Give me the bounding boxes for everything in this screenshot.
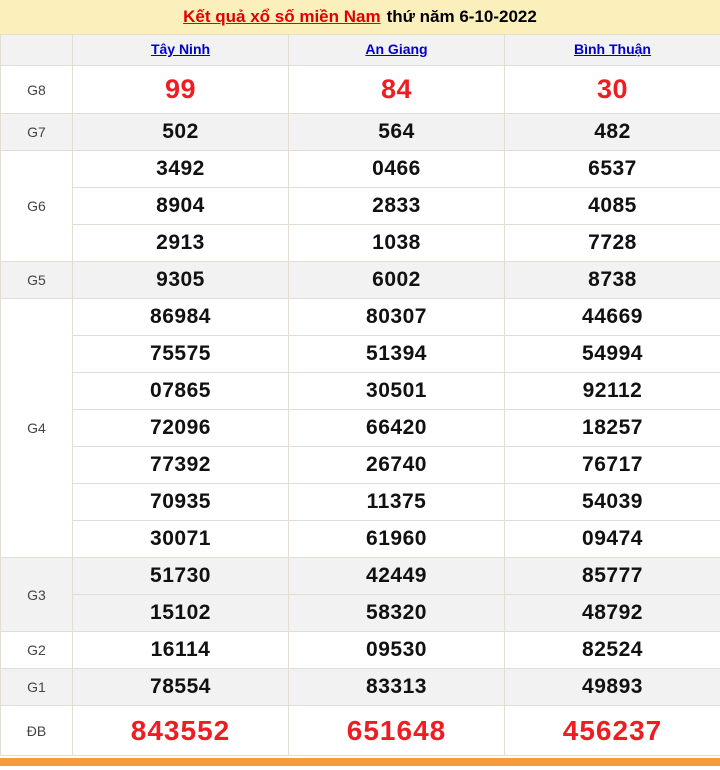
result-number: 77392 xyxy=(73,447,289,484)
prize-row: G5930560028738 xyxy=(1,262,720,299)
prize-row: 773922674076717 xyxy=(1,447,720,484)
prize-label: G5 xyxy=(1,262,73,299)
result-number: 2913 xyxy=(73,225,289,262)
province-link[interactable]: Tây Ninh xyxy=(151,41,210,57)
result-number: 85777 xyxy=(505,558,720,595)
result-number: 1038 xyxy=(289,225,505,262)
title-link[interactable]: Kết quả xổ số miền Nam xyxy=(183,7,380,27)
result-number: 482 xyxy=(505,114,720,151)
province-link[interactable]: An Giang xyxy=(365,41,427,57)
title-date: thứ năm 6-10-2022 xyxy=(387,7,537,27)
column-header-province: Tây Ninh xyxy=(73,35,289,66)
result-number: 99 xyxy=(73,66,289,114)
result-number: 15102 xyxy=(73,595,289,632)
result-number: 72096 xyxy=(73,410,289,447)
results-table: Tây NinhAn GiangBình Thuận G8998430G7502… xyxy=(0,34,720,756)
prize-row: 709351137554039 xyxy=(1,484,720,521)
footer-accent-bar xyxy=(0,758,720,766)
result-number: 30 xyxy=(505,66,720,114)
prize-label: ĐB xyxy=(1,706,73,756)
result-number: 92112 xyxy=(505,373,720,410)
result-number: 6537 xyxy=(505,151,720,188)
result-number: 61960 xyxy=(289,521,505,558)
result-number: 26740 xyxy=(289,447,505,484)
result-number: 80307 xyxy=(289,299,505,336)
prize-row: G7502564482 xyxy=(1,114,720,151)
prize-row: ĐB843552651648456237 xyxy=(1,706,720,756)
prize-row: G6349204666537 xyxy=(1,151,720,188)
prize-row: 291310387728 xyxy=(1,225,720,262)
result-number: 78554 xyxy=(73,669,289,706)
result-number: 70935 xyxy=(73,484,289,521)
prize-label: G2 xyxy=(1,632,73,669)
result-number: 09530 xyxy=(289,632,505,669)
corner-cell xyxy=(1,35,73,66)
result-number: 18257 xyxy=(505,410,720,447)
prize-label: G6 xyxy=(1,151,73,262)
result-number: 6002 xyxy=(289,262,505,299)
prize-row: G1785548331349893 xyxy=(1,669,720,706)
prize-row: G2161140953082524 xyxy=(1,632,720,669)
prize-row: 078653050192112 xyxy=(1,373,720,410)
result-number: 2833 xyxy=(289,188,505,225)
result-number: 30071 xyxy=(73,521,289,558)
result-number: 16114 xyxy=(73,632,289,669)
prize-row: 890428334085 xyxy=(1,188,720,225)
result-number: 86984 xyxy=(73,299,289,336)
prize-row: G3517304244985777 xyxy=(1,558,720,595)
result-number: 54039 xyxy=(505,484,720,521)
result-number: 48792 xyxy=(505,595,720,632)
result-number: 54994 xyxy=(505,336,720,373)
result-number: 82524 xyxy=(505,632,720,669)
result-number: 75575 xyxy=(73,336,289,373)
result-number: 843552 xyxy=(73,706,289,756)
result-number: 83313 xyxy=(289,669,505,706)
prize-label: G4 xyxy=(1,299,73,558)
result-number: 9305 xyxy=(73,262,289,299)
province-header-row: Tây Ninh An Giang Bình Thuận xyxy=(1,35,720,66)
result-number: 456237 xyxy=(505,706,720,756)
result-number: 42449 xyxy=(289,558,505,595)
page-title: Kết quả xổ số miền Nam thứ năm 6-10-2022 xyxy=(0,0,720,34)
prize-row: 720966642018257 xyxy=(1,410,720,447)
result-number: 30501 xyxy=(289,373,505,410)
result-number: 8904 xyxy=(73,188,289,225)
prize-row: G4869848030744669 xyxy=(1,299,720,336)
prize-label: G3 xyxy=(1,558,73,632)
result-number: 0466 xyxy=(289,151,505,188)
province-link[interactable]: Bình Thuận xyxy=(574,41,651,57)
result-number: 564 xyxy=(289,114,505,151)
prize-label: G8 xyxy=(1,66,73,114)
result-number: 51730 xyxy=(73,558,289,595)
prize-row: 300716196009474 xyxy=(1,521,720,558)
prize-label: G7 xyxy=(1,114,73,151)
prize-label: G1 xyxy=(1,669,73,706)
result-number: 51394 xyxy=(289,336,505,373)
prize-row: G8998430 xyxy=(1,66,720,114)
column-header-province: An Giang xyxy=(289,35,505,66)
result-number: 07865 xyxy=(73,373,289,410)
result-number: 44669 xyxy=(505,299,720,336)
result-number: 8738 xyxy=(505,262,720,299)
column-header-province: Bình Thuận xyxy=(505,35,720,66)
result-number: 4085 xyxy=(505,188,720,225)
prize-row: 755755139454994 xyxy=(1,336,720,373)
result-number: 84 xyxy=(289,66,505,114)
result-number: 502 xyxy=(73,114,289,151)
result-number: 7728 xyxy=(505,225,720,262)
result-number: 66420 xyxy=(289,410,505,447)
result-number: 58320 xyxy=(289,595,505,632)
result-number: 3492 xyxy=(73,151,289,188)
result-number: 09474 xyxy=(505,521,720,558)
result-number: 49893 xyxy=(505,669,720,706)
lottery-results-page: Kết quả xổ số miền Nam thứ năm 6-10-2022… xyxy=(0,0,720,766)
result-number: 76717 xyxy=(505,447,720,484)
result-number: 651648 xyxy=(289,706,505,756)
result-number: 11375 xyxy=(289,484,505,521)
prize-row: 151025832048792 xyxy=(1,595,720,632)
